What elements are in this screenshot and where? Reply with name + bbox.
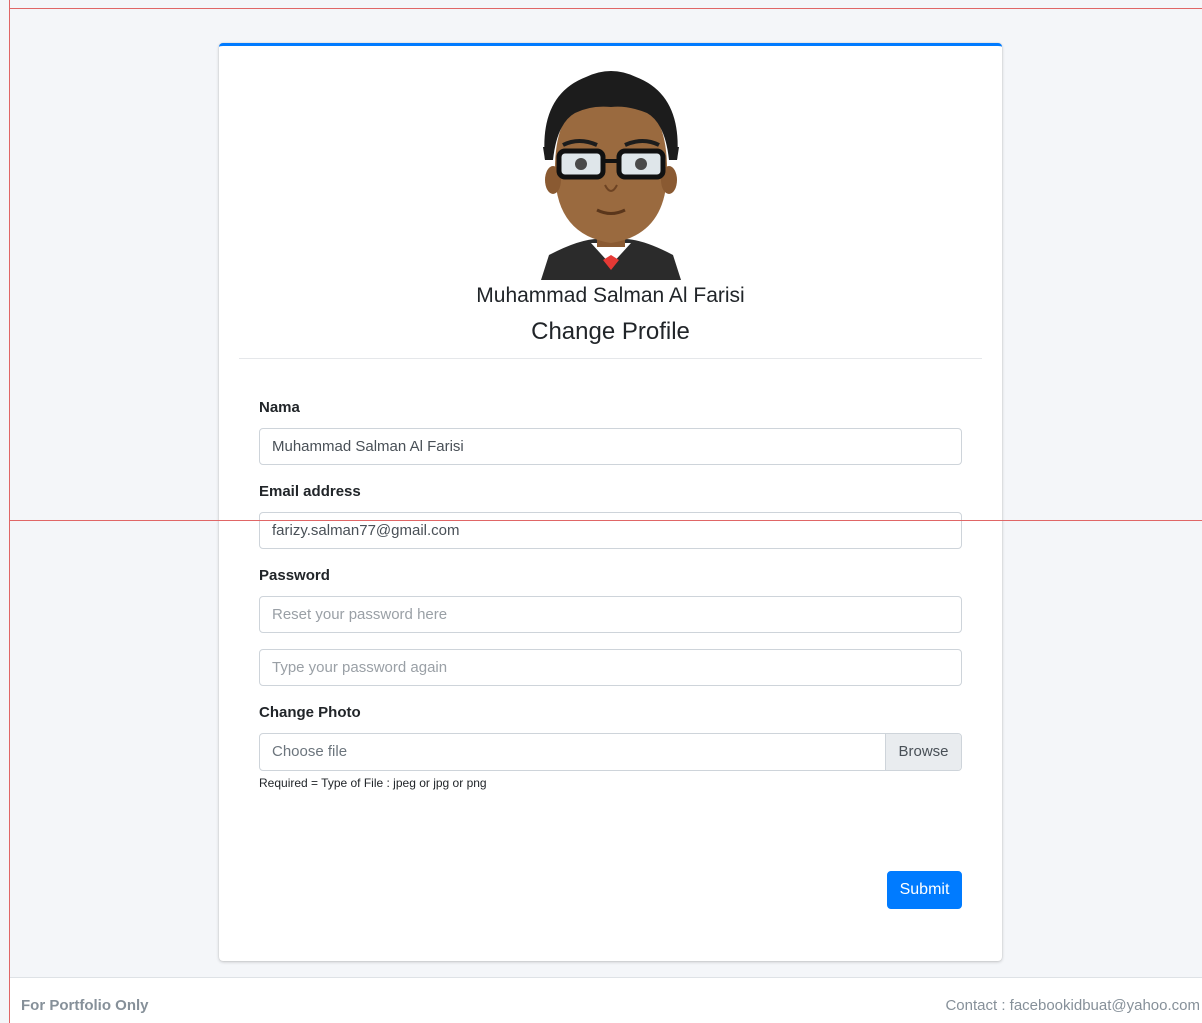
email-field[interactable] [259,512,962,549]
file-placeholder: Choose file [272,743,348,760]
profile-name: Muhammad Salman Al Farisi [476,284,745,307]
footer-note: For Portfolio Only [21,997,149,1014]
photo-label: Change Photo [259,704,361,721]
photo-file-input[interactable]: Choose file Browse [259,733,962,771]
avatar [541,71,681,280]
password-field[interactable] [259,596,962,633]
password-confirm-field[interactable] [259,649,962,686]
footer: For Portfolio Only Contact : facebookidb… [10,977,1202,1023]
page-title: Change Profile [531,318,690,345]
guide-line-top [9,8,1202,9]
guide-line-middle [9,520,1202,521]
photo-help-text: Required = Type of File : jpeg or jpg or… [259,776,487,790]
password-label: Password [259,567,330,584]
email-label: Email address [259,483,361,500]
submit-button[interactable]: Submit [887,871,962,909]
browse-button[interactable]: Browse [885,734,961,770]
divider [239,358,982,359]
name-label: Nama [259,399,300,416]
profile-card: Muhammad Salman Al Farisi Change Profile… [219,43,1002,961]
footer-contact: Contact : facebookidbuat@yahoo.com [945,997,1200,1014]
guide-line-vertical [9,0,10,1023]
name-field[interactable] [259,428,962,465]
